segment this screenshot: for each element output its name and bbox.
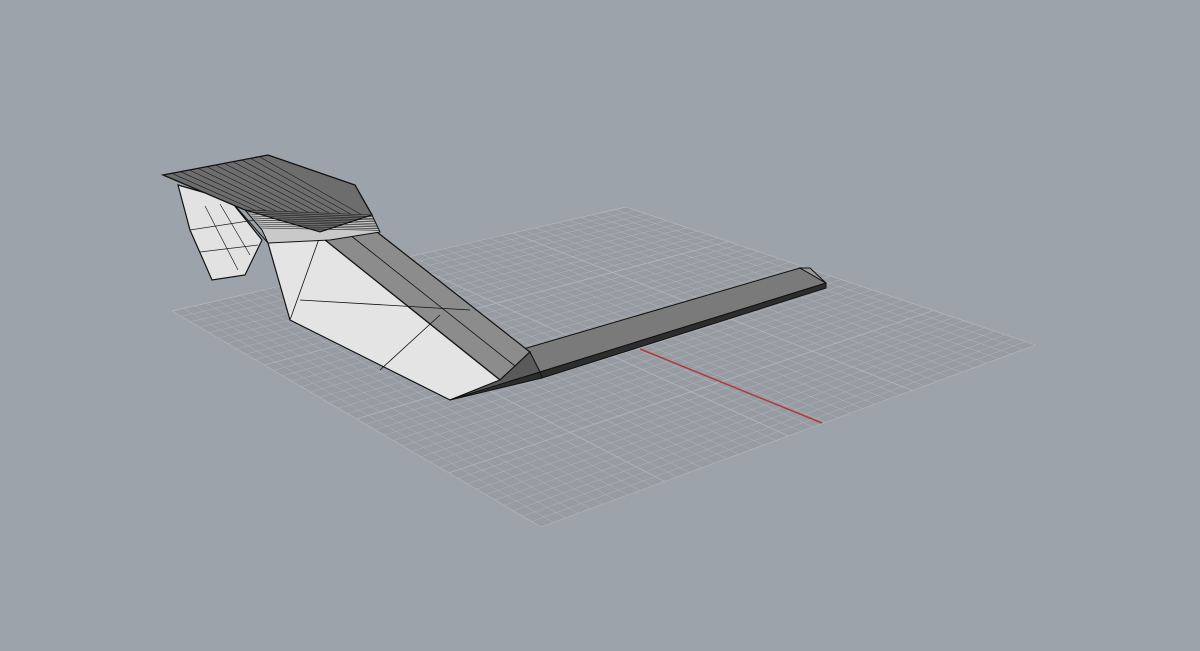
perspective-viewport[interactable] <box>0 0 1200 651</box>
viewport-canvas[interactable] <box>0 0 1200 651</box>
